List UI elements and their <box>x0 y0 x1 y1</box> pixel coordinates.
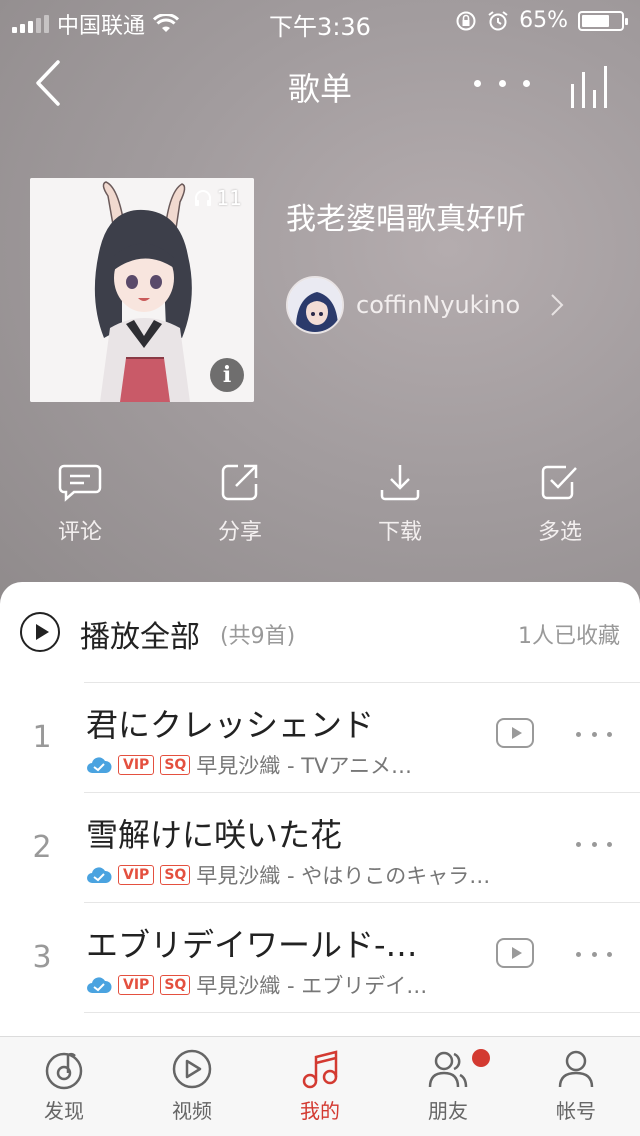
now-playing-icon[interactable] <box>570 64 614 108</box>
sq-badge: SQ <box>160 975 191 995</box>
multi-select-button[interactable]: 多选 <box>520 462 600 546</box>
chevron-right-icon <box>551 294 564 316</box>
battery-icon <box>578 10 628 31</box>
share-button[interactable]: 分享 <box>200 462 280 546</box>
play-all-label: 播放全部 <box>80 620 200 655</box>
more-options-button[interactable] <box>474 68 530 98</box>
playlist-cover[interactable]: 11 i <box>30 178 254 402</box>
nav-header: 歌单 <box>0 48 640 120</box>
collected-count: 1人已收藏 <box>518 624 620 649</box>
battery-percent: 65% <box>519 8 568 33</box>
mv-button[interactable] <box>496 938 534 968</box>
comment-icon <box>58 464 102 502</box>
song-meta: VIP SQ 早見沙織 - エブリデイ… <box>86 970 427 1000</box>
play-circle-icon[interactable] <box>20 612 60 652</box>
play-count: 11 <box>193 186 242 210</box>
play-all-row[interactable]: 播放全部 (共9首) 1人已收藏 <box>0 582 640 682</box>
playlist-title: 我老婆唱歌真好听 <box>286 202 526 237</box>
tab-mine[interactable]: 我的 <box>270 1047 370 1124</box>
vip-badge: VIP <box>118 755 155 775</box>
song-meta: VIP SQ 早見沙織 - やはりこのキャラ… <box>86 860 490 890</box>
divider <box>84 792 640 793</box>
tab-account[interactable]: 帐号 <box>526 1047 626 1124</box>
song-more-button[interactable] <box>576 732 612 737</box>
multi-select-label: 多选 <box>537 520 582 545</box>
creator-link[interactable]: coffinNyukino <box>286 276 564 334</box>
tab-bar: 发现 视频 我的 朋友 帐号 <box>0 1036 640 1136</box>
tab-label: 帐号 <box>556 1099 596 1123</box>
divider <box>84 902 640 903</box>
song-row[interactable]: 2 雪解けに咲いた花 VIP SQ 早見沙織 - やはりこのキャラ… <box>0 792 640 902</box>
play-count-value: 11 <box>216 186 242 210</box>
discover-icon <box>45 1052 83 1090</box>
download-button[interactable]: 下载 <box>360 462 440 546</box>
cloud-check-icon <box>87 977 112 993</box>
song-artist-album: 早見沙織 - エブリデイ… <box>196 974 428 998</box>
song-artist-album: 早見沙織 - やはりこのキャラ… <box>196 864 491 888</box>
info-icon[interactable]: i <box>210 358 244 392</box>
tab-label: 朋友 <box>428 1099 468 1123</box>
tab-label: 我的 <box>300 1099 340 1123</box>
song-row[interactable]: 3 エブリデイワールド-… VIP SQ 早見沙織 - エブリデイ… <box>0 902 640 1012</box>
account-icon <box>558 1050 594 1088</box>
song-index: 2 <box>32 830 52 865</box>
song-more-button[interactable] <box>576 952 612 957</box>
action-row: 评论 分享 下载 多选 <box>0 462 640 562</box>
song-title: 君にクレッシェンド <box>86 706 375 744</box>
song-meta: VIP SQ 早見沙織 - TVアニメ… <box>86 750 412 780</box>
song-count: (共9首) <box>220 624 296 649</box>
tab-label: 发现 <box>44 1099 84 1123</box>
song-artist-album: 早見沙織 - TVアニメ… <box>196 754 412 778</box>
comment-button[interactable]: 评论 <box>40 462 120 546</box>
vip-badge: VIP <box>118 865 155 885</box>
friends-icon <box>428 1051 468 1088</box>
tab-label: 视频 <box>172 1099 212 1123</box>
alarm-icon <box>488 10 508 30</box>
checkbox-icon <box>541 465 577 500</box>
avatar <box>286 276 344 334</box>
music-icon <box>302 1050 338 1089</box>
song-title: エブリデイワールド-… <box>86 926 418 964</box>
song-more-button[interactable] <box>576 842 612 847</box>
vip-badge: VIP <box>118 975 155 995</box>
video-icon <box>172 1049 212 1089</box>
share-icon <box>221 464 258 501</box>
song-title: 雪解けに咲いた花 <box>86 816 343 854</box>
song-list-panel: 播放全部 (共9首) 1人已收藏 1 君にクレッシェンド VIP SQ 早見沙織… <box>0 582 640 1042</box>
divider <box>84 1012 640 1013</box>
mv-button[interactable] <box>496 718 534 748</box>
divider <box>84 682 640 683</box>
tab-discover[interactable]: 发现 <box>14 1047 114 1124</box>
cloud-check-icon <box>87 867 112 883</box>
comment-label: 评论 <box>57 520 102 545</box>
rotation-lock-icon <box>456 11 476 30</box>
song-row[interactable]: 1 君にクレッシェンド VIP SQ 早見沙織 - TVアニメ… <box>0 682 640 792</box>
cloud-check-icon <box>87 757 112 773</box>
song-index: 1 <box>32 720 52 755</box>
notification-badge <box>472 1049 490 1067</box>
headphones-icon <box>194 190 211 206</box>
status-bar: 中国联通 下午3:36 65% <box>0 0 640 41</box>
share-label: 分享 <box>217 520 262 545</box>
page-title: 歌单 <box>287 70 352 108</box>
sq-badge: SQ <box>160 755 191 775</box>
creator-name: coffinNyukino <box>356 291 521 319</box>
sq-badge: SQ <box>160 865 191 885</box>
download-label: 下载 <box>377 520 422 545</box>
download-icon <box>380 465 420 501</box>
song-index: 3 <box>32 940 52 975</box>
tab-video[interactable]: 视频 <box>142 1047 242 1124</box>
